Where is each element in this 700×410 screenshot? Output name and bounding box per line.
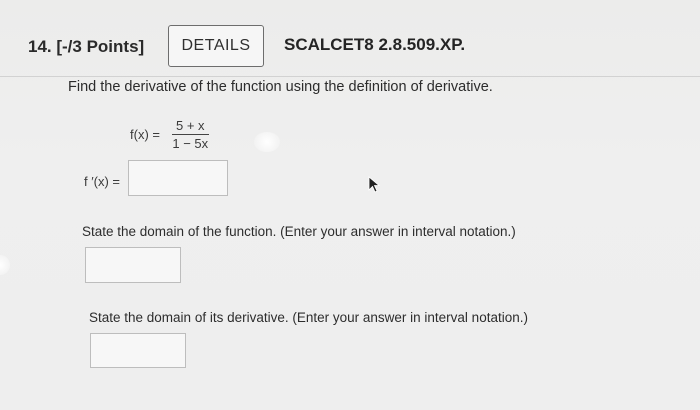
screen-glare bbox=[254, 132, 280, 152]
function-lhs: f(x) = bbox=[130, 127, 160, 142]
function-fraction: 5 + x 1 − 5x bbox=[171, 118, 209, 151]
derivative-label: f ′(x) = bbox=[84, 174, 121, 189]
details-button[interactable]: DETAILS bbox=[168, 25, 264, 67]
header-divider bbox=[0, 76, 700, 77]
question-reference: SCALCET8 2.8.509.XP. bbox=[284, 35, 466, 54]
fraction-denominator: 1 − 5x bbox=[172, 136, 209, 151]
domain-derivative-input[interactable] bbox=[90, 333, 186, 368]
problem-prompt: Find the derivative of the function usin… bbox=[68, 79, 493, 95]
domain-function-prompt: State the domain of the function. (Enter… bbox=[82, 224, 516, 239]
function-definition: f(x) = 5 + x 1 − 5x bbox=[130, 118, 209, 151]
domain-derivative-prompt: State the domain of its derivative. (Ent… bbox=[89, 310, 528, 325]
question-number: 14. [-/3 Points] bbox=[28, 37, 145, 56]
domain-function-input[interactable] bbox=[85, 247, 181, 283]
derivative-answer-input[interactable] bbox=[128, 160, 228, 196]
edge-glare bbox=[0, 255, 10, 275]
question-panel: 14. [-/3 Points] DETAILS SCALCET8 2.8.50… bbox=[0, 0, 700, 410]
fraction-numerator: 5 + x bbox=[171, 118, 209, 135]
mouse-pointer-icon bbox=[368, 176, 381, 193]
